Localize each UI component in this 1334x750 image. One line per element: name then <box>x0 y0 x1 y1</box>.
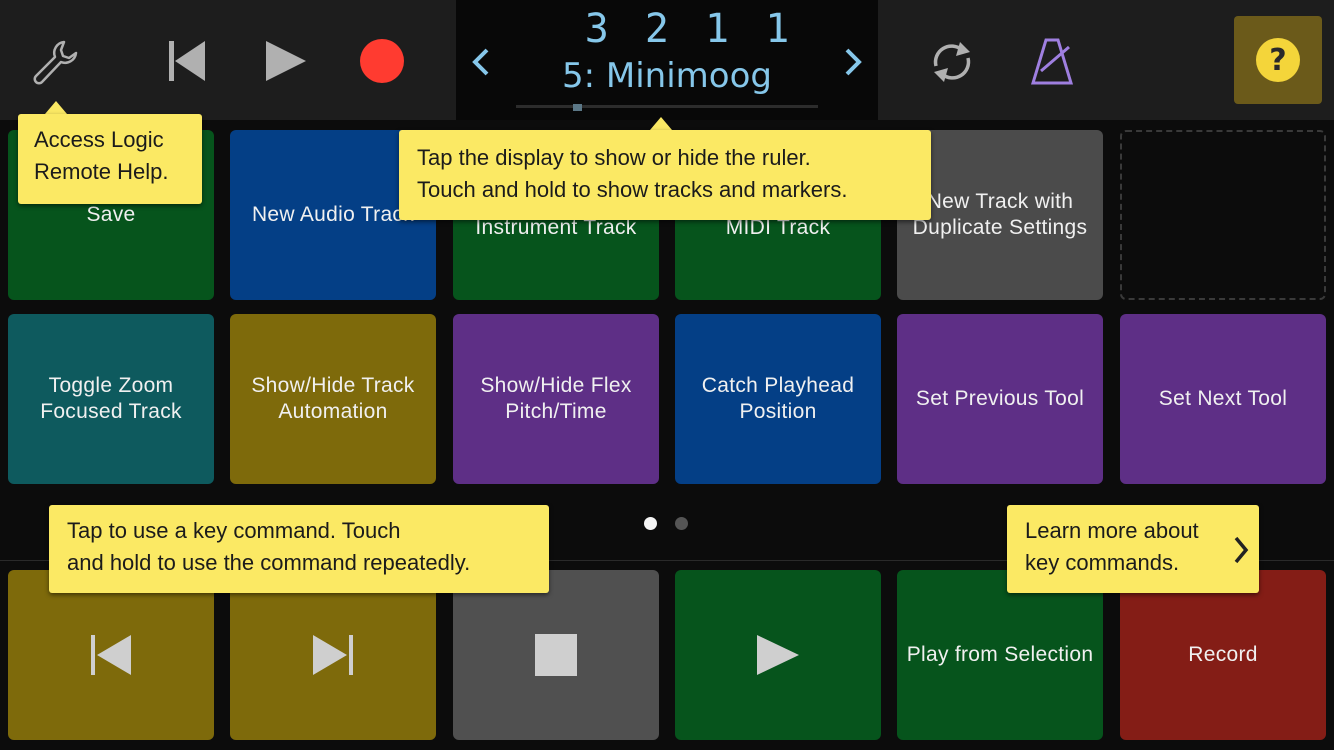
metronome-button[interactable] <box>1024 32 1080 92</box>
rewind-icon <box>169 41 205 81</box>
pad-set-previous-tool[interactable]: Set Previous Tool <box>897 314 1103 484</box>
stop-icon <box>535 634 577 676</box>
tooltip-display-arrow <box>650 117 672 130</box>
track-name: 5: Minimoog <box>562 56 772 96</box>
help-button[interactable]: ? <box>1234 16 1322 104</box>
record-icon <box>360 39 404 83</box>
tooltip-key-command-line2: and hold to use the command repeatedly. <box>67 550 471 575</box>
play-icon <box>757 635 799 675</box>
skip-forward-icon <box>313 635 353 675</box>
wrench-icon <box>33 40 78 85</box>
tooltip-learn-more-line1: Learn more about <box>1025 518 1199 543</box>
pad-skip-back[interactable] <box>8 570 214 740</box>
record-button[interactable] <box>356 36 408 86</box>
tooltip-help-arrow <box>45 101 67 114</box>
tooltip-help-line2: Remote Help. <box>34 159 169 184</box>
tooltip-key-command-line1: Tap to use a key command. Touch <box>67 518 401 543</box>
pad-play-from-selection[interactable]: Play from Selection <box>897 570 1103 740</box>
tooltip-display-line2: Touch and hold to show tracks and marker… <box>417 177 848 202</box>
pad-show-hide-flex[interactable]: Show/Hide Flex Pitch/Time <box>453 314 659 484</box>
cycle-icon <box>933 42 971 82</box>
pad-play[interactable] <box>675 570 881 740</box>
chevron-right-icon <box>845 48 862 76</box>
tooltip-display-line1: Tap the display to show or hide the rule… <box>417 145 811 170</box>
pad-record[interactable]: Record <box>1120 570 1326 740</box>
pad-catch-playhead[interactable]: Catch Playhead Position <box>675 314 881 484</box>
ruler <box>516 105 818 108</box>
tooltip-display: Tap the display to show or hide the rule… <box>399 130 931 220</box>
ruler-playhead <box>573 104 582 111</box>
metronome-icon <box>1030 38 1074 85</box>
tooltip-learn-more-line2: key commands. <box>1025 550 1180 575</box>
pad-stop[interactable] <box>453 570 659 740</box>
play-icon <box>266 41 306 81</box>
pad-toggle-zoom[interactable]: Toggle Zoom Focused Track <box>8 314 214 484</box>
tooltip-key-command: Tap to use a key command. Touch and hold… <box>49 505 549 593</box>
settings-button[interactable] <box>22 30 86 94</box>
page-indicator[interactable] <box>644 517 688 530</box>
tooltip-help-line1: Access Logic <box>34 127 164 152</box>
pad-set-next-tool[interactable]: Set Next Tool <box>1120 314 1326 484</box>
next-track-button[interactable] <box>838 44 868 80</box>
tooltip-learn-more[interactable]: Learn more about key commands. <box>1007 505 1259 593</box>
page-dot-2[interactable] <box>675 517 688 530</box>
tooltip-help: Access Logic Remote Help. <box>18 114 202 204</box>
chevron-right-icon <box>1234 536 1249 564</box>
pad-skip-forward[interactable] <box>230 570 436 740</box>
playhead-position: 3 2 1 1 <box>584 6 796 52</box>
question-icon: ? <box>1256 38 1300 82</box>
page-dot-1[interactable] <box>644 517 657 530</box>
play-button[interactable] <box>258 36 312 86</box>
skip-back-icon <box>91 635 131 675</box>
cycle-button[interactable] <box>920 30 984 94</box>
pad-show-hide-automation[interactable]: Show/Hide Track Automation <box>230 314 436 484</box>
go-to-beginning-button[interactable] <box>160 36 214 86</box>
pad-empty-slot[interactable] <box>1120 130 1326 300</box>
control-bar: 3 2 1 1 5: Minimoog ? <box>0 0 1334 120</box>
